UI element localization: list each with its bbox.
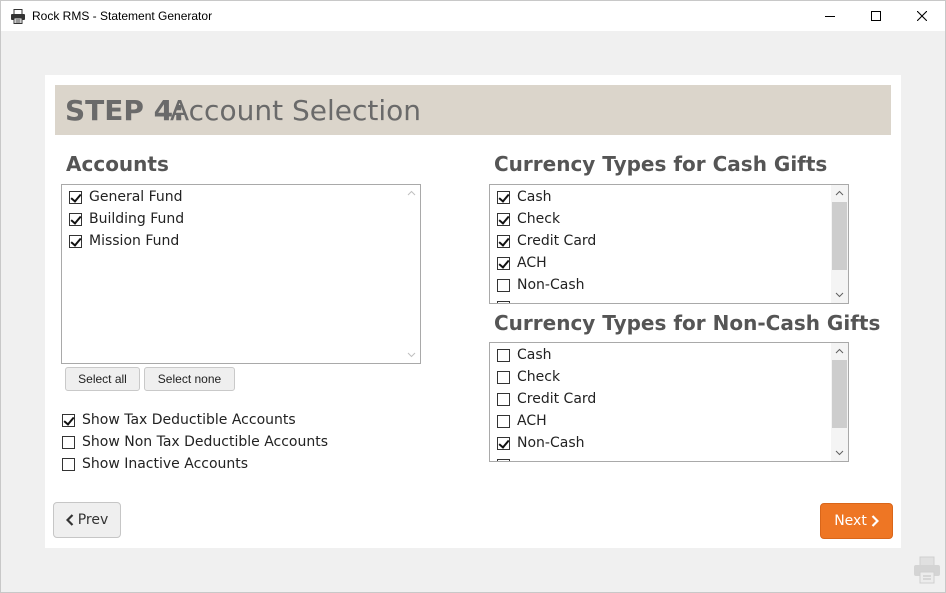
checkbox[interactable] xyxy=(62,413,75,427)
item-label: ACH xyxy=(517,255,547,271)
list-item[interactable]: Cash xyxy=(490,186,848,208)
item-label: Non-Cash xyxy=(517,435,585,451)
accounts-list[interactable]: General Fund Building Fund Mission Fund xyxy=(61,184,421,364)
checkbox[interactable] xyxy=(497,348,510,362)
list-item[interactable]: General Fund xyxy=(62,186,420,208)
checkbox[interactable] xyxy=(69,234,82,248)
checkbox[interactable] xyxy=(69,212,82,226)
list-item[interactable]: Credit Card xyxy=(490,230,848,252)
checkbox[interactable] xyxy=(497,234,510,248)
option-inactive[interactable]: Show Inactive Accounts xyxy=(62,454,248,474)
chevron-left-icon xyxy=(65,514,73,526)
option-tax-deductible[interactable]: Show Tax Deductible Accounts xyxy=(62,410,296,430)
item-label: ACH xyxy=(517,413,547,429)
checkbox[interactable] xyxy=(497,370,510,384)
maximize-button[interactable] xyxy=(853,1,899,31)
chevron-up-icon[interactable] xyxy=(835,347,844,356)
maximize-icon xyxy=(871,11,881,21)
noncash-gifts-scrollbar[interactable] xyxy=(831,343,848,461)
checkbox[interactable] xyxy=(497,256,510,270)
checkbox[interactable] xyxy=(62,457,75,471)
step-title: Account Selection xyxy=(170,94,421,127)
list-item[interactable]: ACH xyxy=(490,410,848,432)
checkbox[interactable] xyxy=(497,414,510,428)
next-label: Next xyxy=(834,513,867,529)
chevron-down-icon[interactable] xyxy=(835,290,844,299)
window-title: Rock RMS - Statement Generator xyxy=(32,9,213,23)
title-bar: Rock RMS - Statement Generator xyxy=(0,0,946,31)
prev-label: Prev xyxy=(77,512,109,528)
cash-gifts-list[interactable]: Cash Check Credit Card ACH Non-Cash xyxy=(489,184,849,304)
list-item[interactable]: Check xyxy=(490,208,848,230)
item-label: Non-Cash xyxy=(517,277,585,293)
cash-gifts-scrollbar[interactable] xyxy=(831,185,848,303)
select-none-button[interactable]: Select none xyxy=(144,367,235,391)
checkbox[interactable] xyxy=(497,278,510,292)
option-label: Show Non Tax Deductible Accounts xyxy=(82,434,329,450)
chevron-up-icon[interactable] xyxy=(835,189,844,198)
next-button[interactable]: Next xyxy=(820,503,893,539)
step-header: STEP 4: Account Selection xyxy=(55,85,891,135)
item-label: Mission Fund xyxy=(89,233,180,249)
option-label: Show Tax Deductible Accounts xyxy=(82,412,296,428)
chevron-up-icon xyxy=(407,190,416,196)
list-item[interactable]: Non-Cash xyxy=(490,432,848,454)
checkbox[interactable] xyxy=(497,212,510,226)
scrollbar-thumb[interactable] xyxy=(832,202,847,270)
list-item[interactable]: Mission Fund xyxy=(62,230,420,252)
prev-button[interactable]: Prev xyxy=(53,502,121,538)
item-label: Cash xyxy=(517,347,552,363)
option-non-tax-deductible[interactable]: Show Non Tax Deductible Accounts xyxy=(62,432,328,452)
list-item[interactable]: Building Fund xyxy=(62,208,420,230)
close-icon xyxy=(917,11,927,21)
checkbox[interactable] xyxy=(497,392,510,406)
select-all-button[interactable]: Select all xyxy=(65,367,140,391)
close-button[interactable] xyxy=(899,1,945,31)
accounts-scrollbar[interactable] xyxy=(403,185,420,363)
checkbox[interactable] xyxy=(62,435,75,449)
minimize-button[interactable] xyxy=(807,1,853,31)
noncash-gifts-title: Currency Types for Non-Cash Gifts xyxy=(494,311,881,335)
item-label: Credit Card xyxy=(517,233,597,249)
cash-gifts-title: Currency Types for Cash Gifts xyxy=(494,152,828,176)
scrollbar-thumb[interactable] xyxy=(832,360,847,428)
checkbox xyxy=(497,300,510,303)
item-label: Check xyxy=(517,211,561,227)
item-label: General Fund xyxy=(89,189,183,205)
option-label: Show Inactive Accounts xyxy=(82,456,249,472)
item-label: Building Fund xyxy=(89,211,185,227)
chevron-right-icon xyxy=(871,515,879,527)
item-label: Check xyxy=(517,369,561,385)
list-item-partial xyxy=(490,296,848,303)
noncash-gifts-list[interactable]: Cash Check Credit Card ACH Non-Cash xyxy=(489,342,849,462)
minimize-icon xyxy=(825,16,835,17)
item-label: Credit Card xyxy=(517,391,597,407)
chevron-down-icon[interactable] xyxy=(835,448,844,457)
item-label: Cash xyxy=(517,189,552,205)
accounts-title: Accounts xyxy=(66,152,169,176)
list-item[interactable]: Cash xyxy=(490,344,848,366)
printer-icon xyxy=(914,556,940,584)
step-number: STEP 4: xyxy=(65,94,185,127)
list-item-partial xyxy=(490,454,848,461)
checkbox[interactable] xyxy=(69,190,82,204)
checkbox xyxy=(497,458,510,461)
list-item[interactable]: Credit Card xyxy=(490,388,848,410)
list-item[interactable]: ACH xyxy=(490,252,848,274)
chevron-down-icon xyxy=(407,352,416,358)
list-item[interactable]: Non-Cash xyxy=(490,274,848,296)
checkbox[interactable] xyxy=(497,436,510,450)
list-item[interactable]: Check xyxy=(490,366,848,388)
checkbox[interactable] xyxy=(497,190,510,204)
printer-icon xyxy=(11,9,25,24)
